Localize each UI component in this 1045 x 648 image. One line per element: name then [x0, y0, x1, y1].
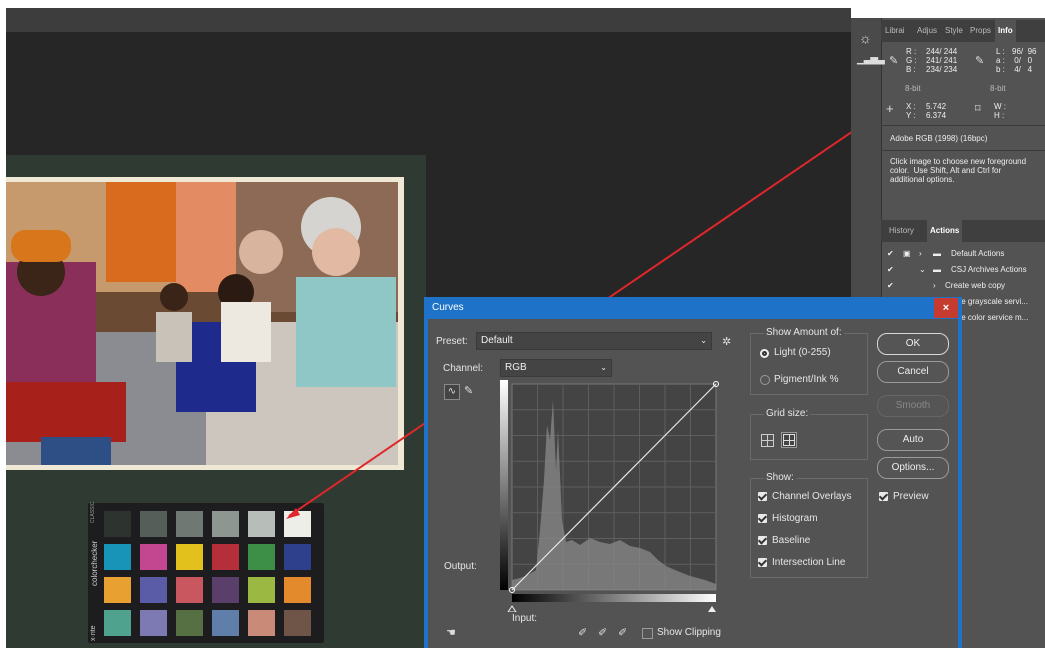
- preset-value: Default: [481, 335, 513, 346]
- tab-styles[interactable]: Style: [945, 20, 963, 42]
- baseline-checkbox[interactable]: [758, 536, 767, 545]
- channel-overlays-checkbox[interactable]: [758, 492, 767, 501]
- gear-icon[interactable]: ✲: [722, 335, 731, 348]
- action-label: te color service m...: [959, 313, 1029, 322]
- folder-icon: ▬: [933, 249, 941, 258]
- input-label: Input:: [512, 613, 538, 624]
- action-set-label: Default Actions: [951, 249, 1005, 258]
- preset-label: Preset:: [436, 336, 468, 347]
- channel-label: Channel:: [443, 363, 484, 374]
- rgb-labels: R : G : B :: [906, 47, 917, 74]
- output-gradient-bar: [500, 380, 508, 590]
- show-title: Show:: [764, 472, 796, 483]
- eyedropper-icon: ✎: [889, 55, 899, 67]
- action-label: Create web copy: [945, 281, 1006, 290]
- lab-values: 96/ 96 0/ 0 4/ 4: [1012, 47, 1037, 74]
- auto-button[interactable]: Auto: [877, 429, 949, 451]
- curve-point-tool-icon[interactable]: ∿: [444, 384, 460, 400]
- detailed-grid-button[interactable]: [781, 432, 797, 448]
- wh-labels: W : H :: [994, 102, 1006, 120]
- intersection-line-label: Intersection Line: [772, 557, 846, 568]
- list-item[interactable]: ✔ › Create web copy: [881, 278, 1045, 294]
- checkmark-icon[interactable]: ✔: [887, 246, 894, 262]
- light-label: Light (0-255): [774, 347, 831, 358]
- curve-graph[interactable]: [500, 380, 724, 612]
- action-set-label: CSJ Archives Actions: [951, 265, 1027, 274]
- show-amount-group: [750, 333, 868, 395]
- actions-panel-tabbar: History Actions: [881, 220, 1045, 242]
- tab-history[interactable]: History: [889, 220, 914, 242]
- tab-properties[interactable]: Props: [970, 20, 991, 42]
- bit-depth-left: 8-bit: [905, 84, 921, 93]
- info-help-text: Click image to choose new foreground col…: [890, 157, 1027, 184]
- checkmark-icon[interactable]: ✔: [887, 262, 894, 278]
- selection-size-icon: ⌑: [975, 103, 981, 115]
- output-label: Output:: [444, 561, 477, 572]
- close-button[interactable]: ×: [934, 298, 958, 318]
- crosshair-icon: +: [886, 101, 894, 116]
- detailed-grid-icon: [783, 434, 795, 446]
- divider: [881, 150, 1045, 151]
- preview-checkbox[interactable]: [879, 492, 888, 501]
- pigment-label: Pigment/Ink %: [774, 374, 839, 385]
- preview-label: Preview: [893, 491, 929, 502]
- show-clipping-label: Show Clipping: [657, 627, 721, 638]
- channel-value: RGB: [505, 362, 527, 373]
- action-label: te grayscale servi...: [959, 297, 1028, 306]
- grid-size-title: Grid size:: [764, 408, 811, 419]
- tab-adjustments[interactable]: Adjus: [917, 20, 937, 42]
- target-adjustment-icon[interactable]: ☚: [446, 626, 456, 639]
- color-profile: Adobe RGB (1998) (16bpc): [890, 134, 988, 143]
- black-point-slider[interactable]: [507, 605, 517, 612]
- black-eyedropper-icon[interactable]: ✐: [578, 626, 587, 639]
- white-point-slider[interactable]: [708, 606, 716, 612]
- channel-dropdown[interactable]: RGB ⌄: [500, 359, 612, 377]
- folder-icon: ▬: [933, 265, 941, 274]
- pigment-radio[interactable]: [760, 375, 770, 385]
- chevron-down-icon: ⌄: [600, 363, 607, 372]
- bit-depth-right: 8-bit: [990, 84, 1006, 93]
- dialog-title: Curves: [432, 302, 464, 313]
- histogram-label: Histogram: [772, 513, 818, 524]
- pencil-icon[interactable]: ✎: [464, 384, 473, 397]
- curves-titlebar[interactable]: Curves ×: [424, 297, 962, 319]
- preset-dropdown[interactable]: Default ⌄: [476, 332, 712, 350]
- checkmark-icon[interactable]: ✔: [887, 278, 894, 294]
- brightness-icon[interactable]: ☼: [859, 30, 872, 46]
- tab-libraries[interactable]: Librai: [885, 20, 905, 42]
- divider: [881, 125, 1045, 126]
- ok-button[interactable]: OK: [877, 333, 949, 355]
- chevron-down-icon: ⌄: [700, 336, 707, 345]
- rgb-values: 244/ 244 241/ 241 234/ 234: [926, 47, 958, 74]
- xy-labels: X : Y :: [906, 102, 916, 120]
- gray-eyedropper-icon[interactable]: ✐: [598, 626, 607, 639]
- simple-grid-icon[interactable]: [761, 434, 774, 447]
- intersection-line-checkbox[interactable]: [758, 558, 767, 567]
- channel-overlays-label: Channel Overlays: [772, 491, 852, 502]
- eyedropper-lab-icon: ✎: [975, 55, 985, 67]
- smooth-button[interactable]: Smooth: [877, 395, 949, 417]
- histogram-icon[interactable]: ▁▃▅▃: [857, 54, 885, 65]
- light-radio[interactable]: [760, 349, 769, 358]
- tab-info[interactable]: Info: [995, 20, 1016, 42]
- xy-values: 5.742 6.374: [926, 102, 947, 120]
- info-panel-tabbar: Librai Adjus Style Props Info: [881, 20, 1045, 42]
- options-button[interactable]: Options...: [877, 457, 949, 479]
- list-item[interactable]: ✔ ⌄ ▬ CSJ Archives Actions: [881, 262, 1045, 278]
- show-clipping-checkbox[interactable]: [642, 628, 653, 639]
- histogram-checkbox[interactable]: [758, 514, 767, 523]
- chevron-right-icon[interactable]: ›: [933, 278, 936, 294]
- tab-actions[interactable]: Actions: [927, 220, 963, 242]
- dialog-toggle-icon[interactable]: ▣: [903, 246, 911, 262]
- input-gradient-bar: [512, 594, 716, 602]
- lab-labels: L : a : b :: [996, 47, 1005, 74]
- cancel-button[interactable]: Cancel: [877, 361, 949, 383]
- white-eyedropper-icon[interactable]: ✐: [618, 626, 627, 639]
- baseline-label: Baseline: [772, 535, 811, 546]
- show-amount-title: Show Amount of:: [764, 327, 844, 338]
- chevron-down-icon[interactable]: ⌄: [919, 262, 926, 278]
- chevron-right-icon[interactable]: ›: [919, 246, 922, 262]
- list-item[interactable]: ✔ ▣ › ▬ Default Actions: [881, 246, 1045, 262]
